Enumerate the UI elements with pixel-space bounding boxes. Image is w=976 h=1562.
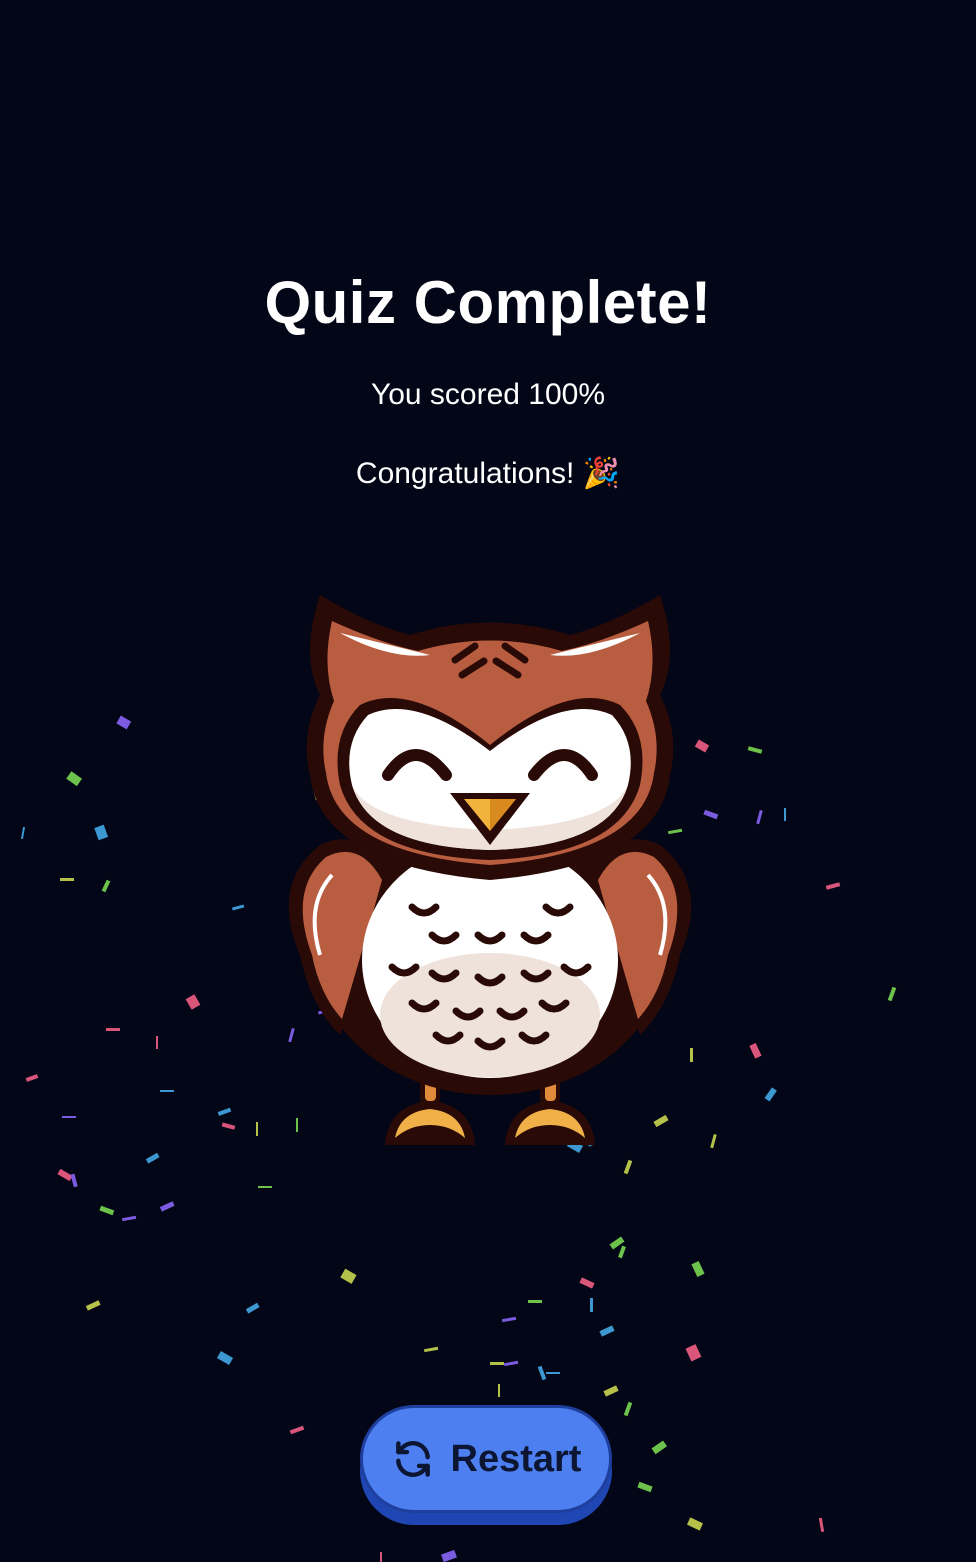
restart-button[interactable]: Restart bbox=[360, 1405, 612, 1513]
quiz-complete-screen: Quiz Complete! You scored 100% Congratul… bbox=[0, 0, 976, 1562]
score-text: You scored 100% bbox=[370, 378, 606, 411]
refresh-icon bbox=[395, 1441, 430, 1477]
happy-owl-icon bbox=[288, 595, 692, 1145]
owl-head bbox=[306, 595, 674, 880]
restart-button-label: Restart bbox=[450, 1437, 582, 1480]
page-title: Quiz Complete! bbox=[264, 269, 712, 336]
congratulations-text: Congratulations! 🎉 bbox=[355, 457, 621, 490]
